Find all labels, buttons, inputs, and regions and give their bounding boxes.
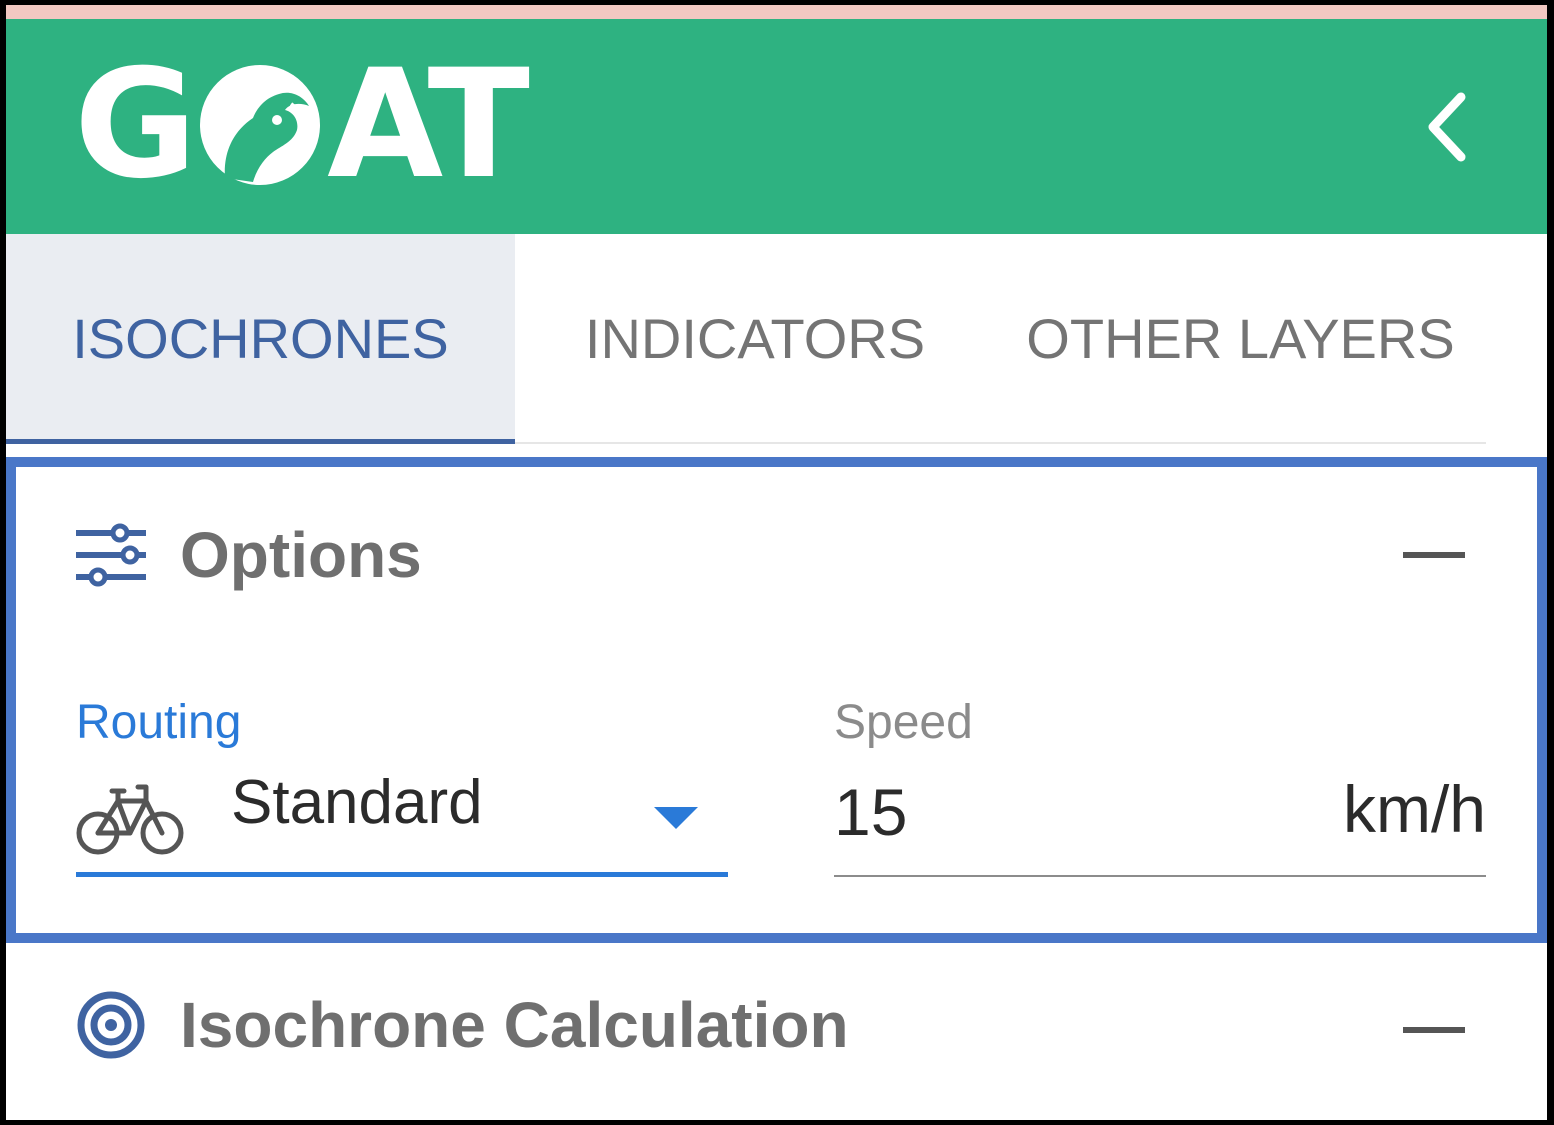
- chevron-left-icon: [1428, 92, 1466, 162]
- collapse-sidebar-button[interactable]: [1417, 87, 1477, 167]
- routing-label: Routing: [76, 696, 242, 749]
- main-tabs: ISOCHRONES INDICATORS OTHER LAYERS: [6, 234, 1486, 444]
- speed-input[interactable]: [834, 767, 1234, 857]
- sliders-icon: [76, 523, 146, 587]
- logo-letters-at: AT: [327, 38, 530, 212]
- tab-other-layers-label: OTHER LAYERS: [1026, 306, 1455, 370]
- options-collapse-button[interactable]: [1403, 552, 1465, 558]
- isochrone-calculation-header[interactable]: Isochrone Calculation: [76, 985, 849, 1065]
- top-strip: [6, 5, 1547, 19]
- isochrone-calculation-collapse-button[interactable]: [1403, 1027, 1465, 1033]
- options-title: Options: [180, 519, 422, 591]
- routing-select[interactable]: Standard: [76, 767, 728, 877]
- tab-indicators-label: INDICATORS: [584, 306, 926, 370]
- options-header[interactable]: Options: [76, 515, 422, 595]
- target-icon: [77, 991, 145, 1059]
- speed-label: Speed: [834, 696, 973, 749]
- options-section: Options Routing Speed Standard 15 km/h: [6, 457, 1547, 943]
- speed-field[interactable]: km/h: [834, 767, 1486, 877]
- routing-value: Standard: [231, 768, 483, 837]
- goat-logo: G AT: [74, 38, 530, 212]
- caret-down-icon: [654, 807, 698, 829]
- goat-head-icon: [200, 65, 321, 185]
- isochrone-calculation-section: Isochrone Calculation: [6, 955, 1547, 1120]
- sidebar-panel: G AT ISOCHRONES INDICATORS OTHER LAYERS: [6, 5, 1547, 1120]
- tab-other-layers[interactable]: OTHER LAYERS: [995, 234, 1486, 442]
- speed-unit: km/h: [1342, 772, 1486, 846]
- logo-letter-g: G: [74, 38, 197, 212]
- isochrone-calculation-title: Isochrone Calculation: [180, 989, 849, 1061]
- bicycle-icon: [76, 784, 184, 855]
- tab-indicators[interactable]: INDICATORS: [515, 234, 995, 442]
- app-header: G AT: [6, 19, 1547, 234]
- tab-isochrones-label: ISOCHRONES: [72, 306, 449, 370]
- tab-isochrones[interactable]: ISOCHRONES: [6, 234, 515, 444]
